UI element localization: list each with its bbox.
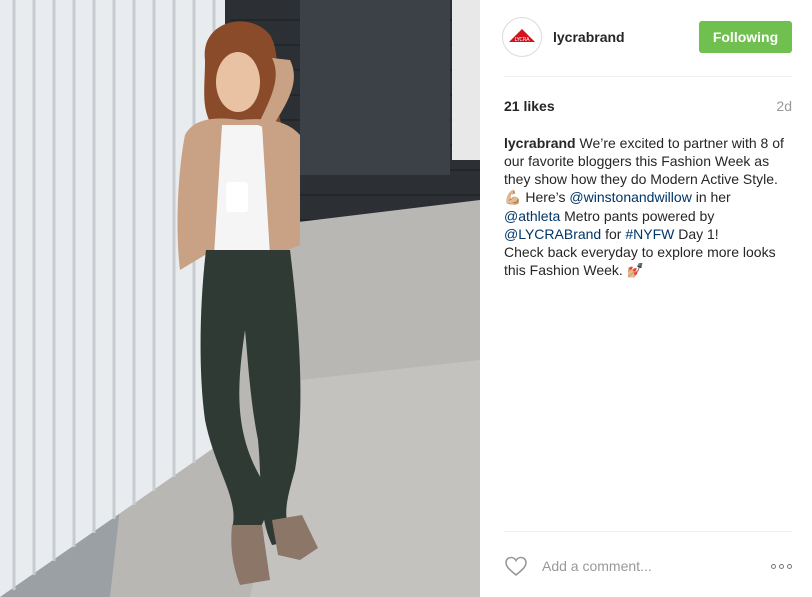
header-divider	[504, 76, 792, 77]
comment-input[interactable]	[540, 557, 744, 575]
like-heart-icon[interactable]	[504, 555, 528, 577]
post-photo-illustration	[0, 0, 480, 597]
dot	[771, 563, 776, 569]
lycra-logo-icon: LYCRA	[509, 29, 535, 43]
likes-count[interactable]: 21 likes	[504, 98, 555, 114]
caption-text: in her	[691, 189, 731, 205]
post-header: LYCRA lycrabrand Following	[502, 16, 792, 58]
post-sidebar: LYCRA lycrabrand Following 21 likes 2d l…	[480, 0, 812, 597]
caption-text: for	[601, 226, 626, 242]
post-caption: lycrabrand We’re excited to partner with…	[504, 134, 792, 280]
avatar[interactable]: LYCRA	[502, 17, 542, 57]
likes-row: 21 likes 2d	[504, 96, 792, 116]
caption-author-link[interactable]: lycrabrand	[504, 135, 576, 151]
more-options-icon[interactable]	[771, 556, 792, 576]
dot	[787, 563, 792, 569]
caption-text: Metro pants powered by	[560, 208, 715, 224]
nail-polish-emoji: 💅🏼	[626, 263, 645, 279]
following-button[interactable]: Following	[699, 21, 792, 53]
post-photo[interactable]	[0, 0, 480, 597]
svg-text:LYCRA: LYCRA	[514, 37, 530, 43]
comment-row	[504, 552, 792, 580]
post-time[interactable]: 2d	[776, 98, 792, 114]
caption-text: Here’s	[521, 189, 570, 205]
username-link[interactable]: lycrabrand	[553, 29, 625, 45]
mention-link[interactable]: @LYCRABrand	[504, 226, 601, 242]
mention-link[interactable]: @winstonandwillow	[569, 189, 691, 205]
mention-link[interactable]: @athleta	[504, 208, 560, 224]
dot	[779, 563, 784, 569]
comment-divider	[504, 531, 792, 532]
flexed-biceps-emoji: 💪🏼	[504, 190, 522, 206]
caption-text: Day 1!	[674, 226, 719, 242]
hashtag-link[interactable]: #NYFW	[625, 226, 674, 242]
